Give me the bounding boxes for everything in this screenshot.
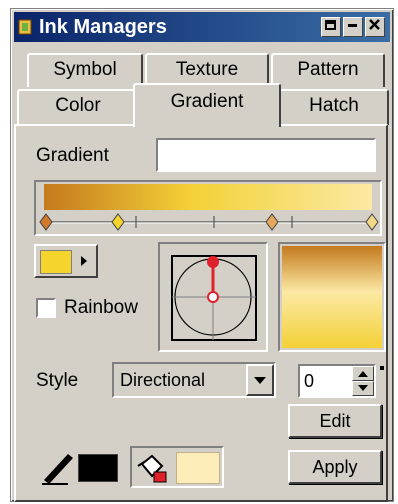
apply-button-label: Apply bbox=[312, 457, 358, 477]
tab-color[interactable]: Color bbox=[17, 89, 139, 125]
chevron-down-icon bbox=[254, 377, 266, 384]
tab-symbol-label: Symbol bbox=[53, 59, 117, 80]
gradient-editor[interactable] bbox=[34, 180, 382, 236]
center-handle bbox=[207, 291, 219, 303]
gradient-preview bbox=[278, 242, 386, 352]
tab-color-label: Color bbox=[55, 95, 101, 116]
gradient-name-field[interactable] bbox=[156, 138, 376, 172]
arrow-right-icon bbox=[81, 256, 87, 266]
pen-icon bbox=[42, 454, 73, 485]
edit-button[interactable]: Edit bbox=[288, 404, 382, 438]
style-label: Style bbox=[36, 370, 79, 391]
window-title: Ink Managers bbox=[39, 16, 167, 38]
edit-button-label: Edit bbox=[319, 411, 351, 431]
gradient-stop-2[interactable] bbox=[111, 213, 125, 231]
tab-hatch[interactable]: Hatch bbox=[279, 89, 389, 125]
minimize-icon bbox=[348, 24, 357, 27]
tab-gradient[interactable]: Gradient bbox=[133, 83, 281, 127]
spin-down-button[interactable] bbox=[352, 381, 374, 396]
style-dropdown[interactable]: Directional bbox=[112, 362, 276, 398]
restore-icon bbox=[325, 20, 336, 30]
angle-spinner[interactable]: 0 bbox=[298, 364, 376, 398]
stroke-color-swatch[interactable] bbox=[78, 454, 118, 482]
tab-symbol[interactable]: Symbol bbox=[27, 53, 143, 87]
gradient-stop-4[interactable] bbox=[365, 213, 379, 231]
spin-up-button[interactable] bbox=[352, 366, 374, 381]
fill-color-swatch bbox=[176, 452, 220, 484]
gradient-preview-bar bbox=[44, 184, 372, 210]
rainbow-label: Rainbow bbox=[64, 297, 138, 318]
tab-gradient-label: Gradient bbox=[170, 91, 244, 112]
tab-hatch-label: Hatch bbox=[309, 95, 359, 116]
gradient-name-value bbox=[158, 145, 162, 165]
close-icon bbox=[369, 19, 380, 30]
degree-marker bbox=[380, 366, 384, 370]
title-bar[interactable]: Ink Managers bbox=[14, 12, 390, 42]
close-button[interactable] bbox=[365, 17, 385, 37]
gradient-preview-fill bbox=[282, 246, 382, 348]
gradient-stop-3[interactable] bbox=[265, 213, 279, 231]
app-icon bbox=[18, 19, 32, 35]
gradient-stop-1[interactable] bbox=[39, 213, 53, 231]
angle-value: 0 bbox=[304, 371, 315, 391]
direction-dial bbox=[171, 255, 257, 341]
fill-color-control[interactable] bbox=[130, 446, 224, 488]
arrow-down-icon bbox=[358, 385, 368, 391]
tab-texture[interactable]: Texture bbox=[145, 53, 269, 87]
style-dropdown-arrow[interactable] bbox=[246, 364, 274, 396]
arrow-up-icon bbox=[358, 371, 368, 377]
minimize-button[interactable] bbox=[343, 17, 363, 37]
gradient-name-label: Gradient bbox=[36, 145, 109, 166]
gradient-stop-track bbox=[39, 213, 379, 231]
apply-button[interactable]: Apply bbox=[288, 450, 382, 484]
style-dropdown-value: Directional bbox=[120, 370, 206, 390]
current-color-swatch bbox=[40, 250, 72, 274]
direction-handle bbox=[207, 256, 219, 268]
paint-bucket-icon bbox=[137, 454, 167, 483]
tab-pattern-label: Pattern bbox=[297, 59, 359, 80]
tab-texture-label: Texture bbox=[175, 59, 239, 80]
direction-control[interactable] bbox=[158, 242, 268, 352]
color-picker-button[interactable] bbox=[34, 244, 98, 278]
restore-button[interactable] bbox=[321, 17, 341, 37]
tab-pattern[interactable]: Pattern bbox=[271, 53, 385, 87]
rainbow-checkbox[interactable] bbox=[36, 298, 56, 318]
